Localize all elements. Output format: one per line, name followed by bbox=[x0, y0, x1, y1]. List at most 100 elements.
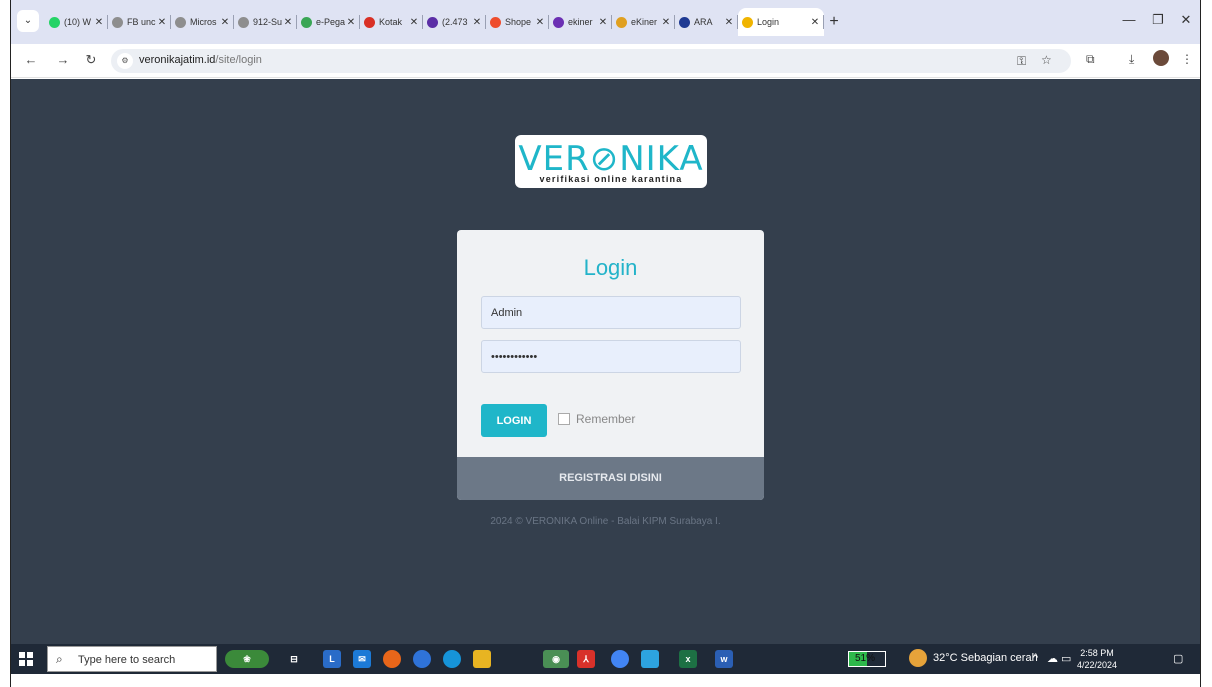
browser-tab[interactable]: Shope ✕ bbox=[486, 8, 549, 36]
firefox-icon[interactable] bbox=[383, 650, 401, 668]
logo-wordmark: VER⊘NIKA bbox=[518, 139, 704, 179]
excel-icon[interactable]: x bbox=[679, 650, 697, 668]
tab-label: Micros bbox=[190, 17, 217, 27]
tab-close-icon[interactable]: ✕ bbox=[534, 17, 546, 28]
windows-taskbar: ⌕ Type here to search ❀ ⊟ L ✉ ◉ ⅄ x w 51… bbox=[11, 644, 1200, 674]
login-card: Login LOGIN Remember REGISTRASI DISINI bbox=[457, 230, 764, 500]
login-title: Login bbox=[583, 255, 638, 280]
tab-label: FB unc bbox=[127, 17, 156, 27]
page-footer: 2024 © VERONIKA Online - Balai KIPM Sura… bbox=[490, 516, 721, 527]
register-link[interactable]: REGISTRASI DISINI bbox=[457, 457, 764, 500]
browser-tab[interactable]: (10) W ✕ bbox=[45, 8, 108, 36]
address-bar[interactable]: ⚙ veronikajatim.id/site/login ⚿ ☆ bbox=[111, 49, 1071, 73]
notification-icon[interactable]: ▢ bbox=[1173, 652, 1183, 665]
tab-strip: ⌄ (10) W ✕ FB unc ✕ Micros ✕ 912-Su ✕ e-Pega ✕ Kot… bbox=[11, 0, 1200, 44]
tab-close-icon[interactable]: ✕ bbox=[597, 17, 609, 28]
browser-tab[interactable]: ekiner ✕ bbox=[549, 8, 612, 36]
profile-avatar[interactable] bbox=[1153, 50, 1169, 66]
login-favicon-icon bbox=[742, 16, 753, 28]
remember-label[interactable]: Remember bbox=[576, 412, 635, 426]
tab-close-icon[interactable]: ✕ bbox=[345, 17, 357, 28]
browser-tab[interactable]: 912-Su ✕ bbox=[234, 8, 297, 36]
tab-label: Login bbox=[757, 17, 780, 27]
browser-tab[interactable]: Kotak ✕ bbox=[360, 8, 423, 36]
tab-close-icon[interactable]: ✕ bbox=[660, 17, 672, 28]
taskbar-search-input[interactable]: ⌕ Type here to search bbox=[47, 646, 217, 672]
tab-label: (10) W bbox=[64, 17, 91, 27]
windows-start-icon[interactable] bbox=[19, 652, 33, 666]
mail-app-icon[interactable]: ✉ bbox=[353, 650, 371, 668]
globe-icon bbox=[301, 16, 312, 28]
password-key-icon[interactable]: ⚿ bbox=[1017, 54, 1026, 69]
onedrive-icon[interactable]: ☁ bbox=[1047, 652, 1058, 665]
browser-tab[interactable]: eKiner ✕ bbox=[612, 8, 675, 36]
taskbar-search-placeholder: Type here to search bbox=[78, 654, 176, 666]
tray-chevron-icon[interactable]: ^ bbox=[1033, 652, 1038, 664]
tab-close-icon[interactable]: ✕ bbox=[408, 17, 420, 28]
tab-label: ekiner bbox=[568, 17, 593, 27]
word-icon[interactable]: w bbox=[715, 650, 733, 668]
tab-label: ARA bbox=[694, 17, 713, 27]
browser-tab[interactable]: FB unc ✕ bbox=[108, 8, 171, 36]
username-input[interactable] bbox=[481, 296, 741, 329]
acrobat-icon[interactable]: ⅄ bbox=[577, 650, 595, 668]
site-info-icon[interactable]: ⚙ bbox=[117, 53, 133, 69]
browser-tab[interactable]: Micros ✕ bbox=[171, 8, 234, 36]
minimize-icon[interactable]: — bbox=[1119, 12, 1139, 27]
mail-icon bbox=[427, 16, 438, 28]
globe-icon bbox=[112, 16, 123, 28]
new-tab-icon[interactable]: + bbox=[824, 8, 844, 36]
extensions-icon[interactable]: ⧉ bbox=[1086, 52, 1095, 67]
taskbar-app-l-icon[interactable]: L bbox=[323, 650, 341, 668]
battery-indicator[interactable]: 51% bbox=[848, 651, 886, 667]
login-page: VER⊘NIKA verifikasi online karantina Log… bbox=[11, 79, 1200, 644]
menu-kebab-icon[interactable]: ⋮ bbox=[1181, 52, 1193, 66]
ara-icon bbox=[679, 16, 690, 28]
chrome-app-active-icon[interactable]: ◉ bbox=[543, 650, 569, 668]
task-view-icon[interactable]: ⊟ bbox=[285, 650, 303, 668]
chrome-icon[interactable] bbox=[611, 650, 629, 668]
tab-close-icon[interactable]: ✕ bbox=[282, 17, 294, 28]
battery-tray-icon[interactable]: ▭ bbox=[1061, 652, 1071, 665]
copilot-icon[interactable] bbox=[413, 650, 431, 668]
taskbar-app-blue-icon[interactable] bbox=[641, 650, 659, 668]
forward-icon[interactable]: → bbox=[55, 52, 71, 67]
bookmark-star-icon[interactable]: ☆ bbox=[1041, 53, 1052, 67]
browser-tab[interactable]: e-Pega ✕ bbox=[297, 8, 360, 36]
tab-label: e-Pega bbox=[316, 17, 345, 27]
bottom-margin bbox=[11, 674, 1200, 687]
logo-tagline: verifikasi online karantina bbox=[539, 174, 683, 184]
close-window-icon[interactable]: ✕ bbox=[1176, 12, 1196, 28]
tab-close-icon[interactable]: ✕ bbox=[93, 17, 105, 28]
file-explorer-icon[interactable] bbox=[473, 650, 491, 668]
restore-icon[interactable]: ❐ bbox=[1148, 12, 1168, 28]
tab-close-icon[interactable]: ✕ bbox=[156, 17, 168, 28]
browser-tab[interactable]: (2.473 ✕ bbox=[423, 8, 486, 36]
reload-icon[interactable]: ↻ bbox=[83, 52, 99, 68]
browser-tab[interactable]: Login ✕ bbox=[738, 8, 824, 36]
tab-close-icon[interactable]: ✕ bbox=[471, 17, 483, 28]
password-input[interactable] bbox=[481, 340, 741, 373]
browser-tab[interactable]: ARA ✕ bbox=[675, 8, 738, 36]
tab-close-icon[interactable]: ✕ bbox=[809, 17, 821, 28]
tab-close-icon[interactable]: ✕ bbox=[723, 17, 735, 28]
tab-list: (10) W ✕ FB unc ✕ Micros ✕ 912-Su ✕ e-Pega ✕ Kotak… bbox=[45, 8, 844, 36]
remember-checkbox[interactable] bbox=[558, 413, 570, 425]
taskbar-clock[interactable]: 2:58 PM 4/22/2024 bbox=[1077, 647, 1117, 671]
ekinerja-icon bbox=[553, 16, 564, 28]
tab-close-icon[interactable]: ✕ bbox=[219, 17, 231, 28]
tab-label: Shope bbox=[505, 17, 532, 27]
weather-text[interactable]: 32°C Sebagian cerah bbox=[933, 652, 1038, 664]
tab-label: (2.473 bbox=[442, 17, 468, 27]
tab-search-button[interactable]: ⌄ bbox=[17, 10, 39, 32]
search-icon: ⌕ bbox=[56, 652, 63, 666]
tab-label: 912-Su bbox=[253, 17, 282, 27]
back-icon[interactable]: ← bbox=[23, 52, 39, 67]
download-icon[interactable]: ⤓ bbox=[1129, 52, 1134, 67]
url-text: veronikajatim.id/site/login bbox=[139, 54, 262, 66]
widgets-icon[interactable]: ❀ bbox=[225, 650, 269, 668]
weather-icon bbox=[909, 649, 927, 667]
login-button[interactable]: LOGIN bbox=[481, 404, 547, 437]
browser-toolbar: ← → ↻ ⚙ veronikajatim.id/site/login ⚿ ☆ … bbox=[11, 44, 1200, 78]
edge-icon[interactable] bbox=[443, 650, 461, 668]
